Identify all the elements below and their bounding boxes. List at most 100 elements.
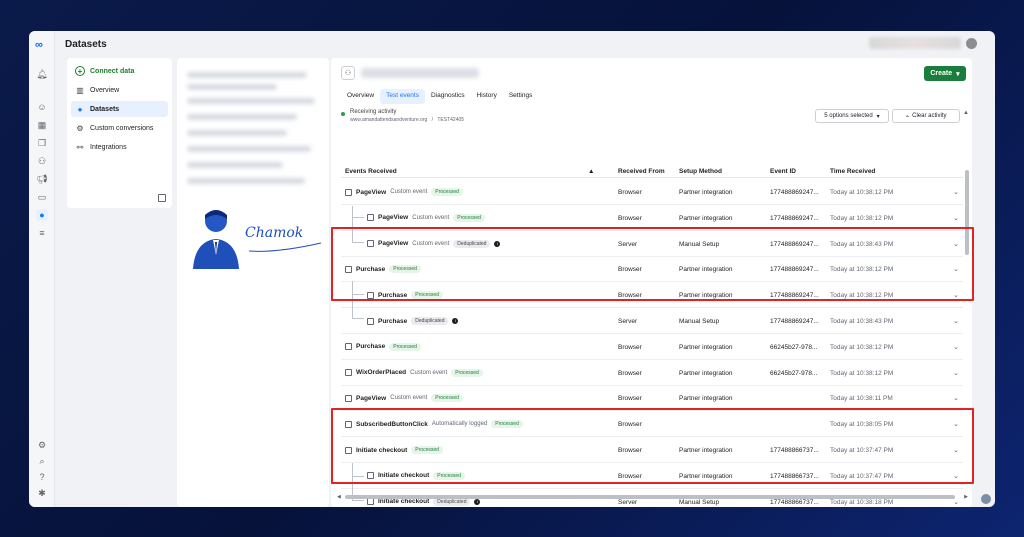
- table-row[interactable]: PageView Custom event Processed Browser Part…: [341, 206, 963, 231]
- event-icon: [345, 446, 352, 454]
- received-from-cell: Server: [618, 498, 638, 506]
- tab-settings[interactable]: Settings: [503, 89, 539, 104]
- table-row[interactable]: Purchase Processed Browser Partner integrat…: [341, 257, 963, 283]
- page-title: Datasets: [65, 39, 107, 50]
- nav-custom-conversions[interactable]: ⚙ Custom conversions: [71, 120, 168, 136]
- time-received-cell: Today at 10:38:12 PM: [830, 189, 894, 196]
- datasets-icon: ●: [77, 104, 83, 114]
- broom-icon: ⌁: [905, 113, 910, 120]
- tab-diagnostics[interactable]: Diagnostics: [425, 89, 471, 104]
- event-name: Purchase: [356, 265, 386, 273]
- table-row[interactable]: Purchase Processed Browser Partner integrat…: [341, 335, 963, 360]
- search-icon[interactable]: ⌕: [36, 455, 48, 467]
- table-row[interactable]: Purchase Processed Browser Partner integrat…: [341, 283, 963, 309]
- setup-method-cell: Manual Setup: [679, 318, 720, 325]
- nav-connect-data[interactable]: + Connect data: [71, 63, 168, 79]
- table-row[interactable]: Initiate checkout Processed Browser Partner…: [341, 438, 963, 463]
- sort-icon[interactable]: ▲: [588, 168, 594, 175]
- event-icon: [367, 317, 374, 325]
- event-name: Purchase: [378, 317, 408, 325]
- status-badge: Processed: [491, 420, 523, 429]
- events-manager-icon[interactable]: ●: [36, 209, 48, 221]
- info-icon[interactable]: i: [452, 318, 459, 324]
- chevron-down-icon[interactable]: ⌄: [953, 343, 959, 351]
- signature-watermark: Chamok: [187, 201, 327, 271]
- avatar[interactable]: [966, 38, 977, 49]
- tab-history[interactable]: History: [471, 89, 503, 104]
- event-type: Custom event: [410, 369, 448, 376]
- table-row[interactable]: SubscribedButtonClick Automatically logge…: [341, 412, 963, 438]
- chevron-down-icon[interactable]: ⌄: [953, 420, 959, 428]
- tab-overview[interactable]: Overview: [341, 89, 380, 104]
- vertical-scrollbar[interactable]: [965, 170, 969, 255]
- chevron-down-icon[interactable]: ⌄: [953, 472, 959, 480]
- event-id-cell: 177488869247...: [770, 240, 819, 248]
- col-events-received[interactable]: Events Received: [345, 168, 397, 175]
- people-icon[interactable]: ⚇: [36, 155, 48, 167]
- nav-datasets[interactable]: ● Datasets: [71, 101, 168, 117]
- clear-activity-button[interactable]: ⌁ Clear activity: [892, 109, 960, 123]
- nav-overview[interactable]: ▥ Overview: [71, 82, 168, 98]
- table-row[interactable]: Purchase Deduplicated i Server Manual Setup 1…: [341, 309, 963, 334]
- status-badge: Processed: [411, 446, 443, 454]
- menu-icon[interactable]: ≡: [36, 227, 48, 239]
- table-row[interactable]: WixOrderPlaced Custom event Processed Brows…: [341, 361, 963, 386]
- time-received-cell: Today at 10:37:47 PM: [830, 447, 894, 454]
- chevron-down-icon[interactable]: ⌄: [953, 240, 959, 248]
- event-id-cell: 177488869247...: [770, 189, 819, 196]
- card-icon[interactable]: ▭: [36, 191, 48, 203]
- chevron-down-icon[interactable]: ⌄: [953, 498, 959, 506]
- event-type: Custom event: [390, 189, 428, 195]
- event-icon: [367, 472, 374, 480]
- blurred-row: [187, 84, 277, 90]
- meta-logo-icon[interactable]: ∞: [35, 39, 43, 51]
- chevron-down-icon[interactable]: ⌄: [953, 214, 959, 222]
- time-received-cell: Today at 10:38:05 PM: [830, 421, 894, 429]
- tab-test-events[interactable]: Test events: [380, 89, 425, 104]
- chevron-down-icon[interactable]: ⌄: [953, 446, 959, 454]
- event-id-cell: 177488866737...: [770, 447, 819, 454]
- table-row[interactable]: PageView Custom event Processed Browser Part…: [341, 386, 963, 412]
- chevron-down-icon[interactable]: ⌄: [953, 317, 959, 325]
- chevron-down-icon[interactable]: ⌄: [953, 394, 959, 402]
- col-time-received[interactable]: Time Received: [830, 168, 875, 175]
- help-icon[interactable]: ?: [36, 471, 48, 483]
- col-event-id[interactable]: Event ID: [770, 168, 796, 175]
- col-setup-method[interactable]: Setup Method: [679, 168, 722, 175]
- receiving-separator: /: [431, 117, 434, 123]
- pages-icon[interactable]: ❐: [36, 137, 48, 149]
- status-badge: Processed: [431, 394, 463, 403]
- scroll-left-icon[interactable]: ◀: [337, 494, 341, 500]
- chevron-down-icon[interactable]: ⌄: [953, 188, 959, 196]
- col-received-from[interactable]: Received From: [618, 168, 665, 175]
- info-icon[interactable]: i: [474, 498, 481, 505]
- tree-line: [352, 242, 364, 243]
- settings-icon[interactable]: ⚙: [36, 439, 48, 451]
- setup-method-cell: Partner integration: [679, 189, 733, 196]
- megaphone-icon[interactable]: 📢︎: [36, 173, 48, 185]
- chevron-down-icon[interactable]: ⌄: [953, 265, 959, 273]
- collapse-nav-icon[interactable]: [158, 194, 166, 202]
- smile-icon[interactable]: ☺: [36, 101, 48, 113]
- globe-icon[interactable]: [981, 494, 991, 504]
- options-dropdown[interactable]: 5 options selected ▾: [815, 109, 889, 123]
- status-badge: Processed: [389, 342, 421, 351]
- table-row[interactable]: PageView Custom event Deduplicated i Server M…: [341, 232, 963, 257]
- bug-icon[interactable]: ✱: [36, 487, 48, 499]
- info-icon[interactable]: i: [494, 240, 501, 247]
- scroll-right-icon[interactable]: ▶: [964, 494, 968, 500]
- table-icon[interactable]: ▦: [36, 119, 48, 131]
- status-badge: Deduplicated: [411, 317, 449, 325]
- bell-icon[interactable]: 🔔︎: [36, 68, 48, 80]
- chevron-down-icon[interactable]: ⌄: [953, 291, 959, 299]
- nav-integrations[interactable]: ⚯ Integrations: [71, 139, 168, 155]
- tree-line: [352, 500, 364, 501]
- scroll-up-icon[interactable]: ▲: [963, 110, 969, 116]
- plus-circle-icon: +: [75, 66, 85, 76]
- table-row[interactable]: PageView Custom event Processed Browser Part…: [341, 180, 963, 205]
- table-row[interactable]: Initiate checkout Processed Browser Partner…: [341, 464, 963, 489]
- chevron-down-icon[interactable]: ⌄: [953, 369, 959, 377]
- create-button[interactable]: Create ▾: [924, 66, 966, 81]
- blurred-row: [187, 98, 315, 104]
- horizontal-scrollbar[interactable]: [345, 495, 955, 499]
